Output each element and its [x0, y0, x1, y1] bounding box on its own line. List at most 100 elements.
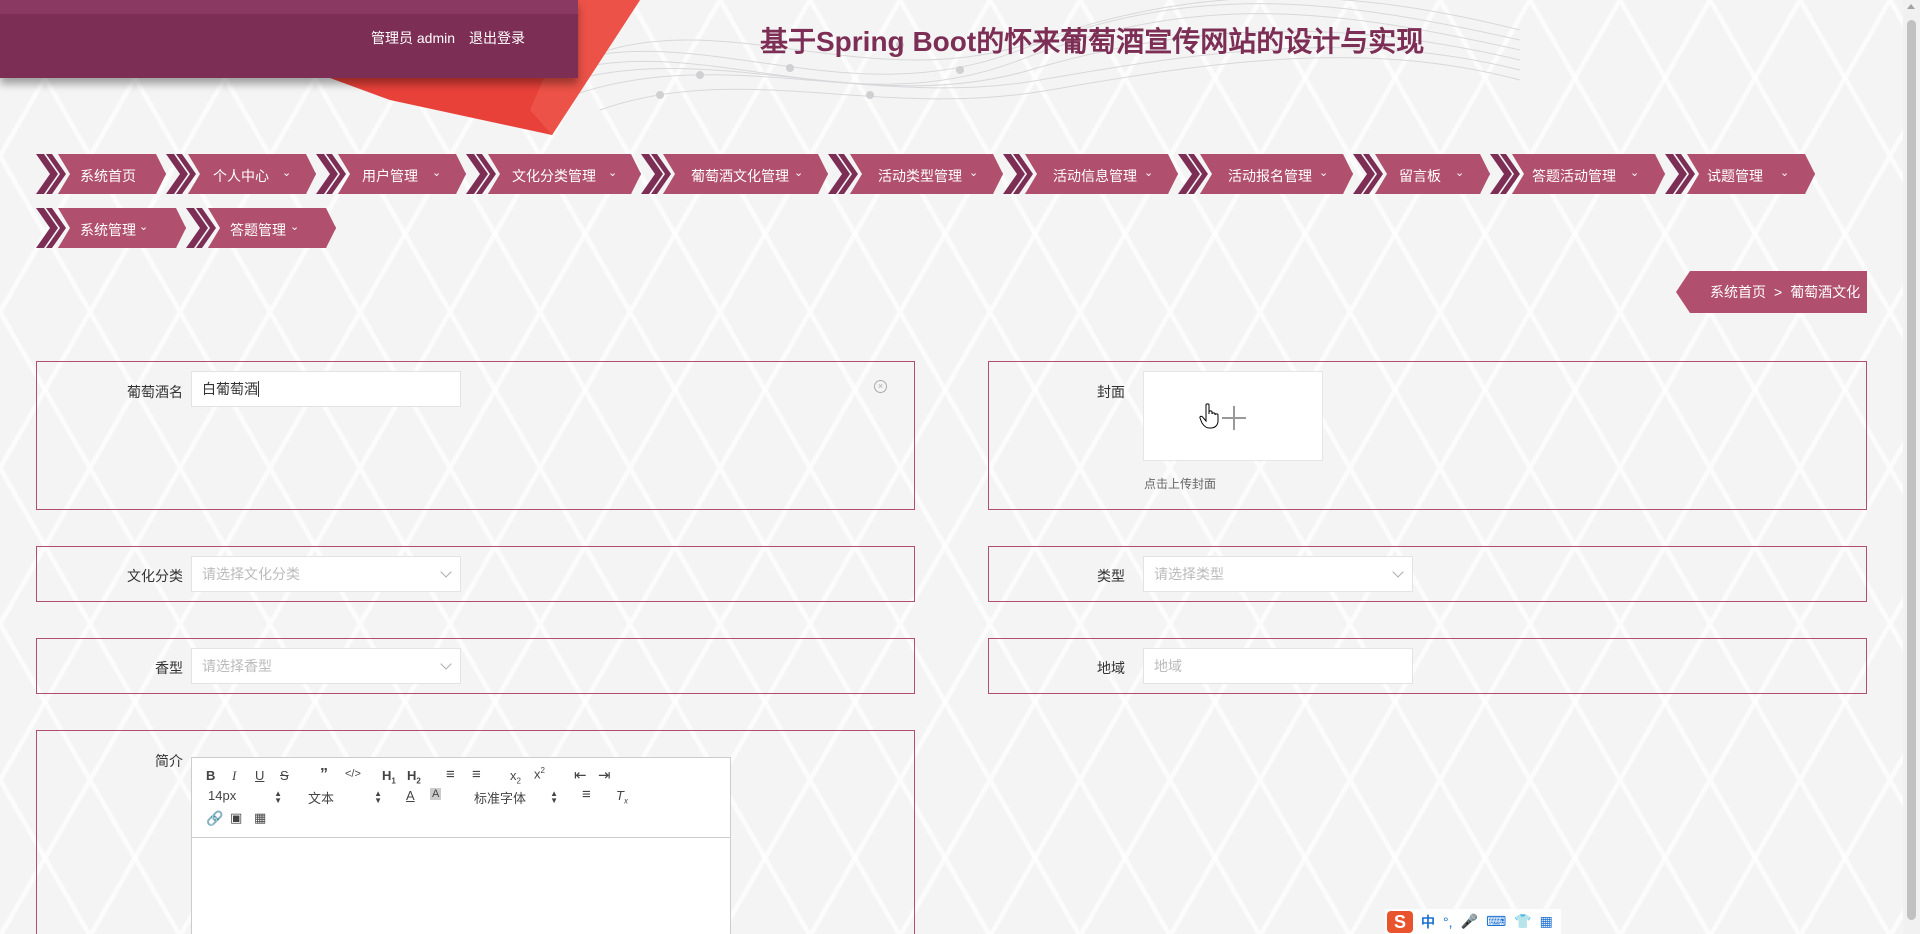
cover-upload-hint: 点击上传封面 [1144, 477, 1217, 491]
chevron-down-icon: ⌄ [432, 167, 442, 179]
link-icon[interactable]: 🔗 [206, 810, 223, 827]
nav-item-question-management[interactable]: 试题管理 ⌄ [1665, 154, 1815, 194]
keyboard-icon[interactable]: ⌨ [1486, 913, 1506, 930]
code-block-icon[interactable]: </> [345, 768, 361, 780]
breadcrumb-current: 葡萄酒文化 [1790, 284, 1861, 300]
chevron-down-icon: ⌄ [1780, 167, 1790, 179]
breadcrumb-home[interactable]: 系统首页 [1710, 282, 1766, 302]
intro-panel: 简介 B I U S ” </> H1 H2 ≡ ≡ x2 x2 ⇤ ⇥ 14p… [36, 730, 915, 934]
background-color-icon[interactable]: A [430, 788, 442, 800]
culture-category-select[interactable]: 请选择文化分类 [191, 556, 461, 592]
cover-upload-button[interactable] [1143, 371, 1323, 461]
heading1-icon[interactable]: H1 [382, 768, 396, 786]
bullet-list-icon[interactable]: ≡ [472, 766, 481, 783]
aroma-select[interactable]: 请选择香型 [191, 648, 461, 684]
header-stripe [0, 0, 578, 14]
microphone-icon[interactable]: 🎤 [1461, 913, 1478, 930]
chevron-down-icon: ⌄ [282, 167, 292, 179]
region-placeholder: 地域 [1154, 658, 1182, 674]
clear-format-icon[interactable]: Tx [616, 788, 628, 806]
ime-mode[interactable]: 中 [1421, 912, 1435, 932]
nav-item-label: 系统管理 [80, 222, 136, 238]
nav-item-label: 用户管理 [362, 168, 418, 184]
nav-item-label: 留言板 [1399, 168, 1441, 184]
cover-panel: 封面 点击上传封面 [988, 361, 1867, 510]
nav-item-user-management[interactable]: 用户管理 ⌄ [316, 154, 466, 194]
aroma-panel: 香型 请选择香型 [36, 638, 915, 694]
paragraph-select[interactable]: 文本 ▲ ▼ [308, 788, 382, 807]
nav-item-wine-culture[interactable]: 葡萄酒文化管理 ⌄ [641, 154, 828, 194]
culture-category-label: 文化分类 [127, 568, 183, 584]
font-size-value: 14px [208, 788, 237, 803]
clear-icon[interactable]: × [874, 380, 887, 393]
nav-item-activity-type[interactable]: 活动类型管理 ⌄ [828, 154, 1003, 194]
nav-item-label: 活动信息管理 [1053, 168, 1137, 184]
type-panel: 类型 请选择类型 [988, 546, 1867, 602]
logout-link[interactable]: 退出登录 [469, 28, 525, 48]
wine-name-input[interactable]: 白葡萄酒 [191, 371, 461, 407]
type-select[interactable]: 请选择类型 [1143, 556, 1413, 592]
align-icon[interactable]: ≡ [582, 786, 591, 803]
strikethrough-icon[interactable]: S [280, 768, 289, 783]
chevron-down-icon: ⌄ [1319, 167, 1329, 179]
nav-item-quiz-management[interactable]: 答题管理 ⌄ [186, 208, 336, 248]
wine-name-value: 白葡萄酒 [202, 381, 258, 397]
blockquote-icon[interactable]: ” [320, 766, 328, 784]
type-placeholder: 请选择类型 [1154, 566, 1224, 582]
bold-icon[interactable]: B [206, 768, 215, 783]
nav-item-quiz-activity[interactable]: 答题活动管理 ⌄ [1490, 154, 1665, 194]
text-caret [258, 381, 259, 397]
chevron-down-icon: ⌄ [290, 221, 300, 233]
subscript-icon[interactable]: x2 [510, 768, 521, 786]
superscript-icon[interactable]: x2 [534, 766, 545, 781]
font-family-select[interactable]: 标准字体 ▲ ▼ [474, 788, 558, 807]
skin-icon[interactable]: 👕 [1514, 913, 1531, 930]
page-scrollbar[interactable] [1903, 0, 1920, 934]
user-info: 管理员 admin 退出登录 [371, 28, 525, 48]
font-size-select[interactable]: 14px ▲ ▼ [208, 788, 282, 805]
hand-cursor-icon [1199, 403, 1219, 429]
rich-text-editor: B I U S ” </> H1 H2 ≡ ≡ x2 x2 ⇤ ⇥ 14px ▲… [191, 757, 731, 934]
nav-item-activity-signup[interactable]: 活动报名管理 ⌄ [1178, 154, 1353, 194]
aroma-placeholder: 请选择香型 [202, 658, 272, 674]
editor-content[interactable] [192, 838, 730, 934]
admin-user-label: 管理员 admin [371, 30, 456, 46]
nav-item-label: 活动报名管理 [1228, 168, 1312, 184]
sogou-logo-icon[interactable]: S [1387, 910, 1413, 933]
nav-item-label: 活动类型管理 [878, 168, 962, 184]
region-input[interactable]: 地域 [1143, 648, 1413, 684]
culture-category-panel: 文化分类 请选择文化分类 [36, 546, 915, 602]
chevron-down-icon: ⌄ [1455, 167, 1465, 179]
ordered-list-icon[interactable]: ≡ [446, 766, 455, 783]
site-title: 基于Spring Boot的怀来葡萄酒宣传网站的设计与实现 [760, 26, 1425, 57]
cover-label: 封面 [1097, 384, 1125, 400]
heading2-icon[interactable]: H2 [407, 768, 421, 786]
chevron-down-icon: ⌄ [969, 167, 979, 179]
region-panel: 地域 地域 [988, 638, 1867, 694]
chevron-down-icon [440, 566, 452, 578]
toolbox-icon[interactable]: ▦ [1540, 913, 1553, 930]
nav-item-personal-center[interactable]: 个人中心 ⌄ [166, 154, 316, 194]
nav-item-message-board[interactable]: 留言板 ⌄ [1353, 154, 1490, 194]
scrollbar-thumb[interactable] [1907, 20, 1916, 920]
scroll-up-icon[interactable] [1907, 4, 1915, 9]
image-icon[interactable]: ▣ [230, 810, 242, 826]
outdent-icon[interactable]: ⇤ [574, 766, 587, 784]
nav-item-system-management[interactable]: 系统管理 ⌄ [36, 208, 186, 248]
chevron-down-icon [1392, 566, 1404, 578]
punctuation-icon[interactable]: °, [1443, 914, 1453, 930]
font-color-icon[interactable]: A [406, 788, 415, 803]
nav-item-label: 葡萄酒文化管理 [691, 168, 789, 184]
plus-icon-vertical [1233, 406, 1235, 430]
video-icon[interactable]: ▦ [254, 810, 266, 826]
nav-item-culture-category[interactable]: 文化分类管理 ⌄ [466, 154, 641, 194]
nav-item-label: 试题管理 [1707, 168, 1763, 184]
italic-icon[interactable]: I [232, 768, 236, 784]
indent-icon[interactable]: ⇥ [598, 766, 611, 784]
type-label: 类型 [1097, 568, 1125, 584]
chevron-down-icon: ⌄ [608, 167, 618, 179]
nav-item-label: 系统首页 [80, 168, 136, 184]
nav-item-home[interactable]: 系统首页 [36, 154, 166, 194]
nav-item-activity-info[interactable]: 活动信息管理 ⌄ [1003, 154, 1178, 194]
underline-icon[interactable]: U [255, 768, 264, 783]
